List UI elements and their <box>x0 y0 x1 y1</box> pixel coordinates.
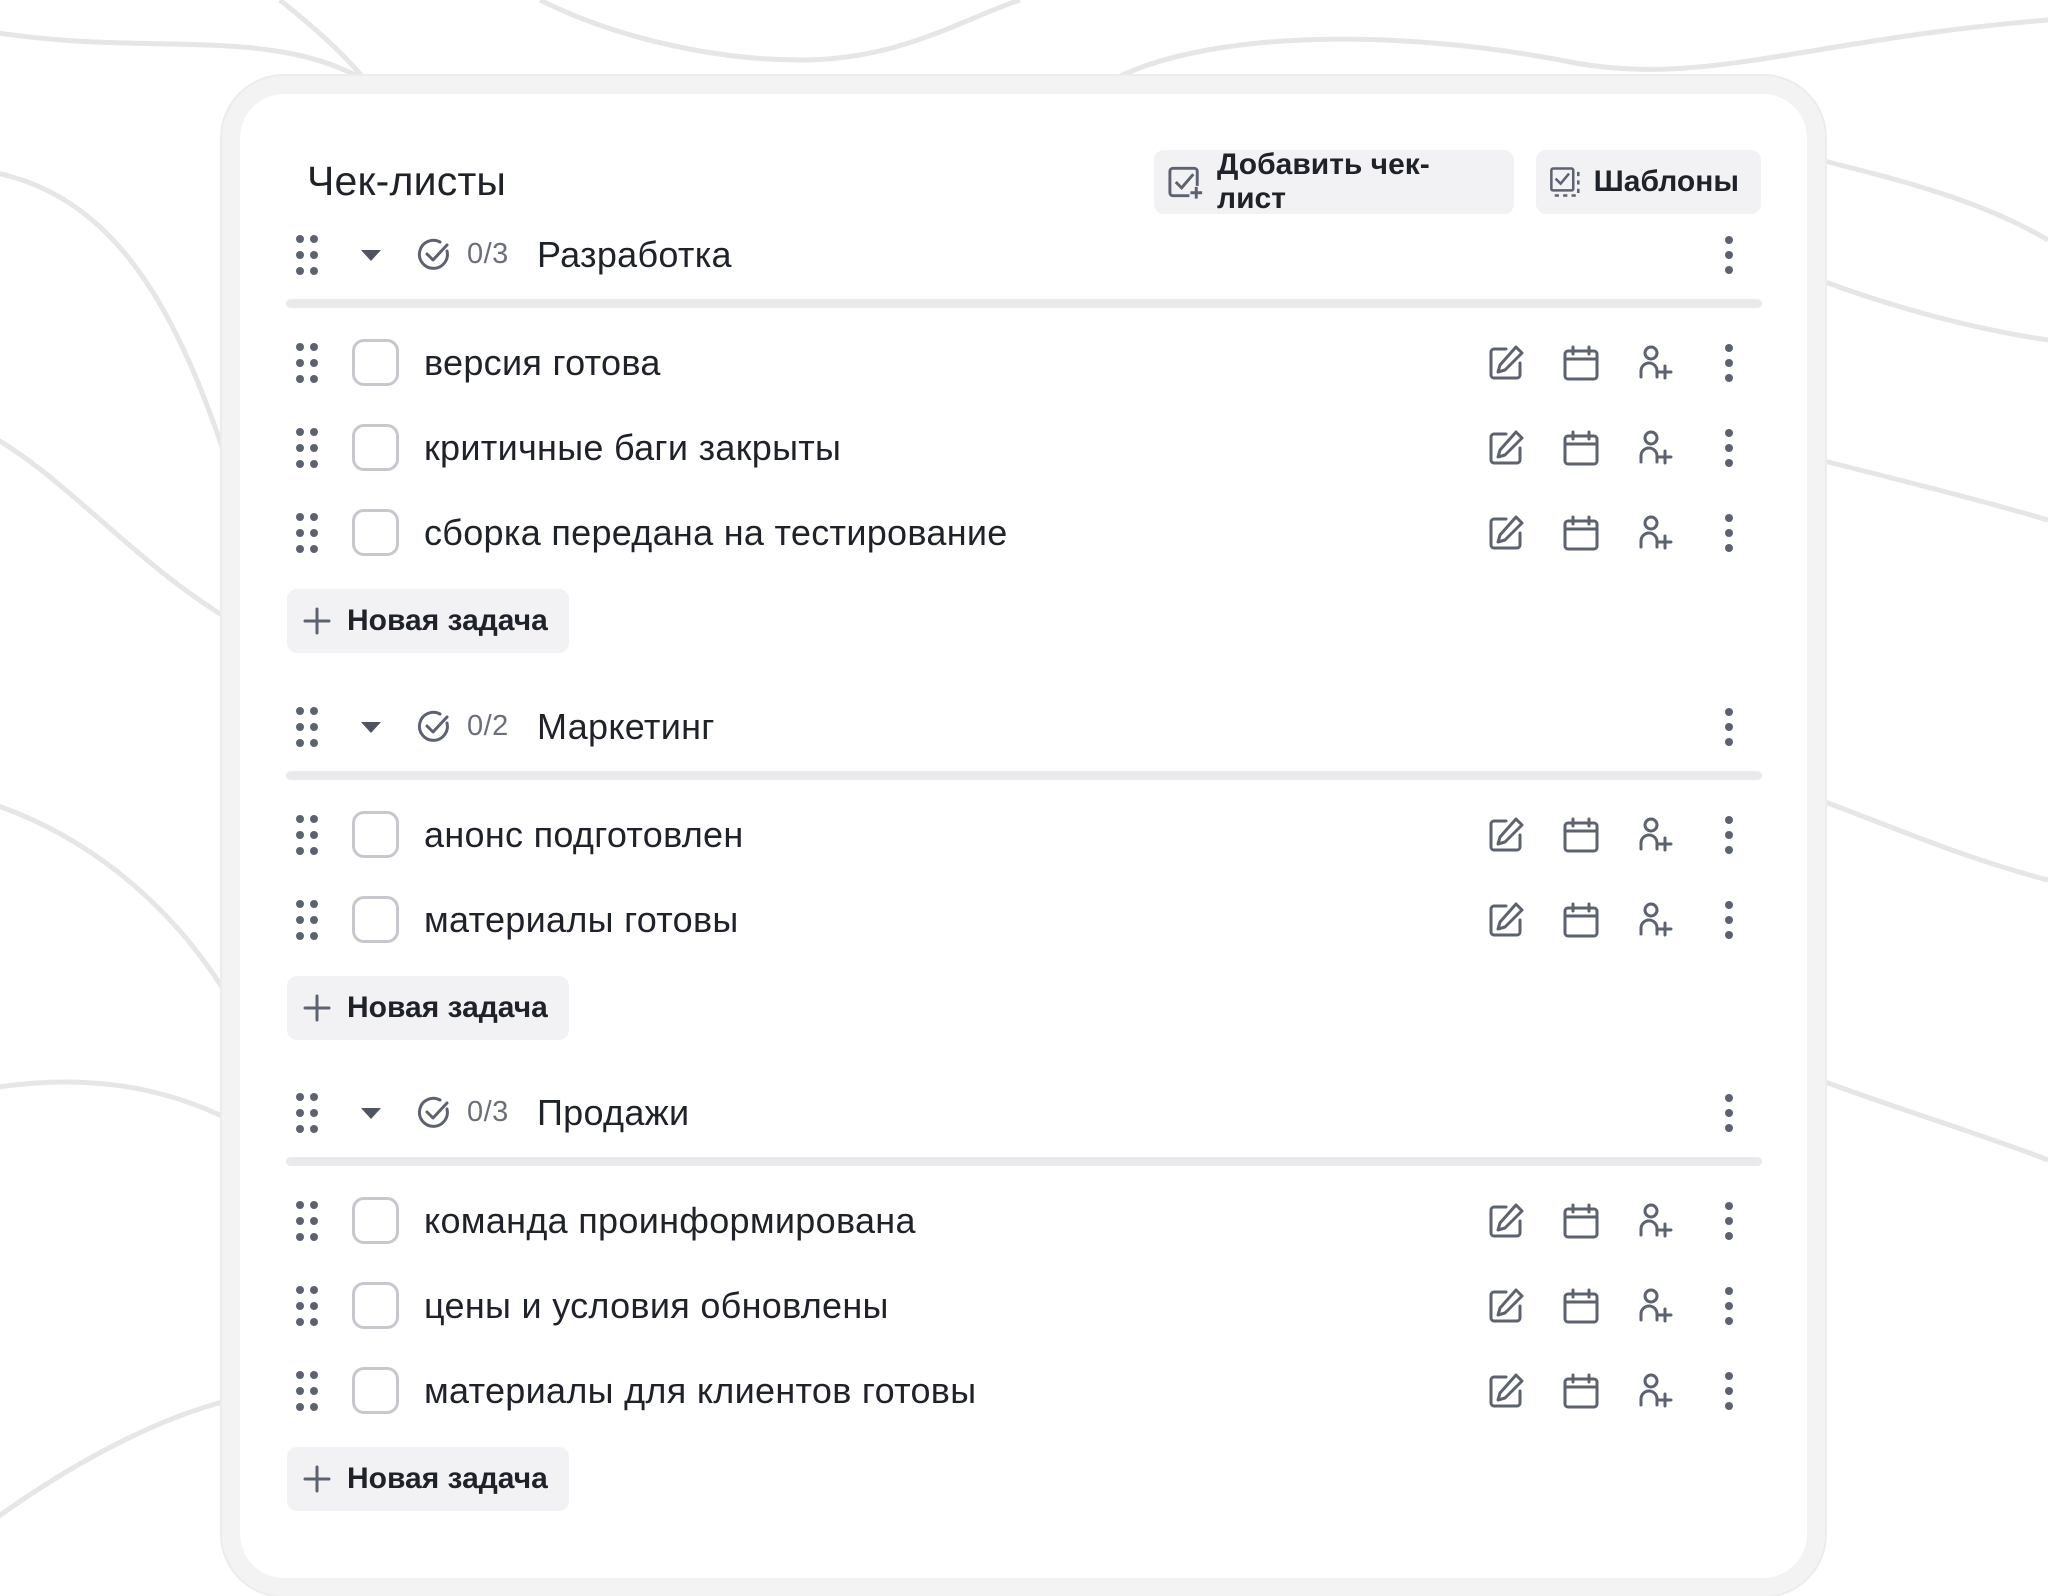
edit-icon[interactable] <box>1486 900 1526 940</box>
add-assignee-icon[interactable] <box>1635 1286 1675 1326</box>
new-task-label: Новая задача <box>347 604 548 637</box>
calendar-icon[interactable] <box>1561 1371 1601 1411</box>
task-more-icon[interactable] <box>1722 901 1736 941</box>
group-progress-count: 0/2 <box>467 710 509 742</box>
calendar-icon[interactable] <box>1561 900 1601 940</box>
add-assignee-icon[interactable] <box>1635 1371 1675 1411</box>
group-drag-handle-icon[interactable] <box>295 235 319 275</box>
task-more-icon[interactable] <box>1722 344 1736 384</box>
add-assignee-icon[interactable] <box>1635 815 1675 855</box>
checklists-card: Чек-листы Добавить чек-лист Шаблоны 0/3 Р… <box>222 76 1825 1596</box>
progress-check-icon <box>416 709 452 745</box>
task-checkbox[interactable] <box>352 509 399 556</box>
plus-icon <box>303 994 331 1022</box>
calendar-icon[interactable] <box>1561 513 1601 553</box>
task-checkbox[interactable] <box>352 1197 399 1244</box>
calendar-icon[interactable] <box>1561 1201 1601 1241</box>
progress-check-icon <box>416 1095 452 1131</box>
group-progress-count: 0/3 <box>467 1096 509 1128</box>
edit-icon[interactable] <box>1486 513 1526 553</box>
task-drag-handle-icon[interactable] <box>295 1286 319 1326</box>
group-drag-handle-icon[interactable] <box>295 707 319 747</box>
task-checkbox[interactable] <box>352 1367 399 1414</box>
progress-check-icon <box>416 237 452 273</box>
task-checkbox[interactable] <box>352 424 399 471</box>
task-more-icon[interactable] <box>1722 514 1736 554</box>
task-more-icon[interactable] <box>1722 1202 1736 1242</box>
task-label: сборка передана на тестирование <box>424 512 1008 553</box>
new-task-button[interactable]: Новая задача <box>287 1447 569 1511</box>
templates-label: Шаблоны <box>1593 165 1739 198</box>
task-checkbox[interactable] <box>352 339 399 386</box>
group-progress-count: 0/3 <box>467 238 509 270</box>
group-divider <box>286 299 1762 308</box>
group-more-icon[interactable] <box>1722 236 1736 276</box>
collapse-caret-icon[interactable] <box>361 1108 381 1119</box>
add-assignee-icon[interactable] <box>1635 900 1675 940</box>
task-more-icon[interactable] <box>1722 1287 1736 1327</box>
task-drag-handle-icon[interactable] <box>295 1371 319 1411</box>
task-drag-handle-icon[interactable] <box>295 513 319 553</box>
new-task-button[interactable]: Новая задача <box>287 976 569 1040</box>
task-drag-handle-icon[interactable] <box>295 815 319 855</box>
task-more-icon[interactable] <box>1722 1372 1736 1412</box>
task-more-icon[interactable] <box>1722 429 1736 469</box>
new-task-button[interactable]: Новая задача <box>287 589 569 653</box>
plus-icon <box>303 1465 331 1493</box>
calendar-icon[interactable] <box>1561 428 1601 468</box>
task-label: цены и условия обновлены <box>424 1285 889 1326</box>
task-label: материалы готовы <box>424 899 739 940</box>
task-label: команда проинформирована <box>424 1200 916 1241</box>
new-task-label: Новая задача <box>347 991 548 1024</box>
collapse-caret-icon[interactable] <box>361 250 381 261</box>
new-task-label: Новая задача <box>347 1462 548 1495</box>
edit-icon[interactable] <box>1486 428 1526 468</box>
group-drag-handle-icon[interactable] <box>295 1093 319 1133</box>
add-checklist-button[interactable]: Добавить чек-лист <box>1154 148 1514 215</box>
add-checklist-label: Добавить чек-лист <box>1217 148 1430 215</box>
add-checklist-icon <box>1168 166 1204 200</box>
task-label: материалы для клиентов готовы <box>424 1370 977 1411</box>
task-drag-handle-icon[interactable] <box>295 1201 319 1241</box>
task-drag-handle-icon[interactable] <box>295 900 319 940</box>
add-assignee-icon[interactable] <box>1635 428 1675 468</box>
task-label: версия готова <box>424 342 661 383</box>
calendar-icon[interactable] <box>1561 1286 1601 1326</box>
task-more-icon[interactable] <box>1722 816 1736 856</box>
task-drag-handle-icon[interactable] <box>295 428 319 468</box>
calendar-icon[interactable] <box>1561 343 1601 383</box>
task-label: критичные баги закрыты <box>424 427 842 468</box>
plus-icon <box>303 607 331 635</box>
task-checkbox[interactable] <box>352 811 399 858</box>
calendar-icon[interactable] <box>1561 815 1601 855</box>
page-title: Чек-листы <box>307 158 507 204</box>
add-assignee-icon[interactable] <box>1635 1201 1675 1241</box>
edit-icon[interactable] <box>1486 343 1526 383</box>
task-label: анонс подготовлен <box>424 814 744 855</box>
edit-icon[interactable] <box>1486 815 1526 855</box>
templates-button[interactable]: Шаблоны <box>1536 150 1761 214</box>
collapse-caret-icon[interactable] <box>361 722 381 733</box>
task-checkbox[interactable] <box>352 1282 399 1329</box>
edit-icon[interactable] <box>1486 1286 1526 1326</box>
add-assignee-icon[interactable] <box>1635 513 1675 553</box>
group-divider <box>286 771 1762 780</box>
group-more-icon[interactable] <box>1722 708 1736 748</box>
task-checkbox[interactable] <box>352 896 399 943</box>
group-title: Маркетинг <box>537 706 715 747</box>
task-drag-handle-icon[interactable] <box>295 343 319 383</box>
templates-icon <box>1550 167 1580 197</box>
edit-icon[interactable] <box>1486 1201 1526 1241</box>
add-assignee-icon[interactable] <box>1635 343 1675 383</box>
edit-icon[interactable] <box>1486 1371 1526 1411</box>
group-title: Продажи <box>537 1092 690 1133</box>
group-divider <box>286 1157 1762 1166</box>
group-title: Разработка <box>537 234 732 275</box>
group-more-icon[interactable] <box>1722 1094 1736 1134</box>
